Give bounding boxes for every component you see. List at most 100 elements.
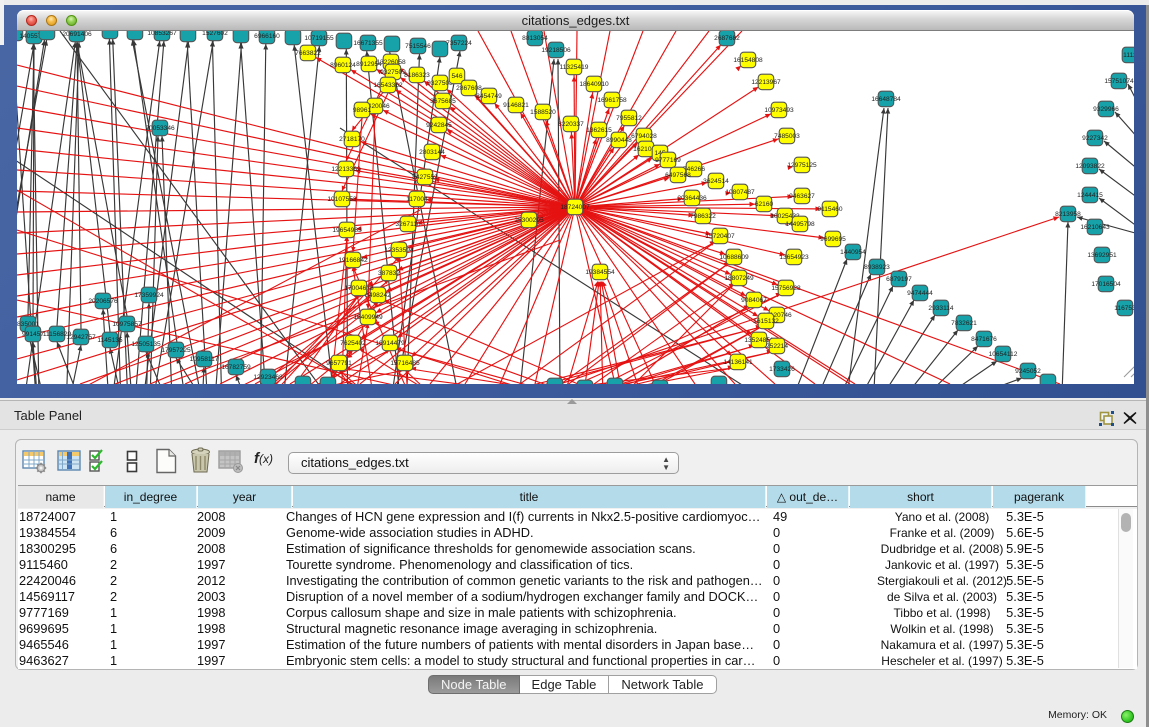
svg-text:17957225: 17957225: [161, 347, 191, 354]
svg-text:9329966: 9329966: [1093, 106, 1119, 113]
svg-text:9777169: 9777169: [655, 157, 681, 164]
svg-text:16914479: 16914479: [375, 340, 405, 347]
svg-text:10654112: 10654112: [989, 351, 1018, 358]
svg-text:2867608: 2867608: [456, 85, 482, 92]
svg-text:9146821: 9146821: [503, 102, 529, 109]
svg-text:7485003: 7485003: [774, 133, 800, 140]
svg-text:12353594: 12353594: [384, 247, 414, 254]
svg-text:9115460: 9115460: [817, 206, 843, 213]
svg-text:8220337: 8220337: [558, 121, 584, 128]
svg-text:7515546: 7515546: [405, 43, 431, 50]
svg-text:2687682: 2687682: [714, 35, 740, 42]
svg-text:1588520: 1588520: [530, 109, 556, 116]
svg-text:12213369: 12213369: [331, 166, 361, 173]
svg-text:9327509: 9327509: [380, 69, 406, 76]
svg-text:8960124: 8960124: [330, 62, 356, 69]
svg-text:6497568: 6497568: [665, 172, 691, 179]
svg-text:16409949: 16409949: [353, 314, 383, 321]
svg-text:6794028: 6794028: [631, 133, 657, 140]
svg-text:62160: 62160: [755, 201, 774, 208]
svg-text:18724007: 18724007: [560, 204, 590, 211]
svg-text:16543362: 16543362: [373, 82, 403, 89]
svg-text:10958117: 10958117: [190, 356, 219, 363]
svg-text:16671355: 16671355: [353, 40, 383, 47]
svg-text:19654983: 19654983: [332, 227, 362, 234]
svg-text:12975125: 12975125: [787, 162, 817, 169]
svg-text:11325419: 11325419: [560, 64, 589, 71]
svg-text:1733426: 1733426: [769, 366, 795, 373]
svg-text:546: 546: [451, 73, 462, 80]
svg-text:3624514: 3624514: [703, 178, 729, 185]
svg-text:19166842: 19166842: [338, 257, 368, 264]
svg-text:9227342: 9227342: [1082, 135, 1108, 142]
svg-text:15751074: 15751074: [1104, 78, 1134, 85]
svg-text:3675685: 3675685: [430, 98, 456, 105]
svg-text:2803144: 2803144: [419, 149, 445, 156]
svg-text:19218506: 19218506: [541, 47, 571, 54]
svg-text:15720407: 15720407: [705, 233, 735, 240]
svg-text:10853267: 10853267: [147, 31, 177, 37]
svg-text:98961: 98961: [353, 107, 372, 114]
svg-text:7986322: 7986322: [690, 213, 716, 220]
svg-text:1362615: 1362615: [586, 127, 612, 134]
svg-text:7832621: 7832621: [951, 320, 977, 327]
svg-text:18640910: 18640910: [579, 81, 609, 88]
svg-text:1440954: 1440954: [840, 249, 866, 256]
svg-text:12923468: 12923468: [253, 374, 283, 381]
svg-text:13654923: 13654923: [779, 254, 809, 261]
svg-text:1527602: 1527602: [202, 31, 228, 37]
svg-text:10975857: 10975857: [112, 321, 142, 328]
svg-text:1615132: 1615132: [753, 318, 779, 325]
svg-text:10807487: 10807487: [725, 189, 755, 196]
svg-text:1244415: 1244415: [1077, 192, 1103, 199]
svg-text:12942757: 12942757: [66, 334, 96, 341]
svg-text:8454749: 8454749: [476, 93, 502, 100]
svg-text:10973493: 10973493: [764, 107, 794, 114]
svg-text:14495798: 14495798: [785, 221, 815, 228]
svg-text:20691406: 20691406: [62, 31, 92, 38]
svg-text:7357224: 7357224: [446, 40, 472, 47]
svg-text:15756928: 15756928: [771, 285, 801, 292]
svg-text:15716485: 15716485: [390, 360, 420, 367]
svg-text:8186323: 8186323: [404, 72, 430, 79]
svg-text:387832: 387832: [378, 270, 400, 277]
svg-text:9474444: 9474444: [907, 290, 933, 297]
svg-text:18807249: 18807249: [724, 275, 754, 282]
svg-text:3267110: 3267110: [395, 221, 421, 228]
svg-text:8471676: 8471676: [971, 336, 997, 343]
svg-text:12213967: 12213967: [751, 79, 781, 86]
svg-text:7955812: 7955812: [616, 115, 642, 122]
svg-text:116753: 116753: [1114, 305, 1134, 312]
svg-text:8813054: 8813054: [522, 35, 548, 42]
svg-text:8427552: 8427552: [412, 174, 438, 181]
svg-text:8213958: 8213958: [1055, 211, 1081, 218]
svg-text:17359924: 17359924: [134, 292, 164, 299]
svg-text:9242845: 9242845: [426, 122, 452, 129]
svg-text:6966160: 6966160: [254, 33, 280, 40]
svg-text:991457: 991457: [22, 331, 44, 338]
svg-text:2933114: 2933114: [928, 305, 954, 312]
svg-text:20206576: 20206576: [88, 298, 118, 305]
svg-text:9463627: 9463627: [789, 193, 815, 200]
svg-text:20364436: 20364436: [677, 195, 707, 202]
svg-text:8990448: 8990448: [606, 137, 632, 144]
svg-text:1112: 1112: [1123, 52, 1134, 59]
svg-text:9084067: 9084067: [741, 297, 767, 304]
svg-text:16782759: 16782759: [221, 364, 251, 371]
svg-text:12093822: 12093822: [1075, 163, 1105, 170]
svg-text:10719155: 10719155: [304, 35, 334, 42]
svg-text:20053346: 20053346: [145, 125, 175, 132]
svg-text:19384554: 19384554: [585, 269, 615, 276]
svg-text:7663822: 7663822: [295, 50, 321, 57]
svg-text:16210643: 16210643: [1080, 224, 1110, 231]
svg-text:17016504: 17016504: [1091, 281, 1121, 288]
svg-text:13692951: 13692951: [1087, 252, 1117, 259]
svg-text:12505135: 12505135: [131, 341, 161, 348]
svg-text:10107553: 10107553: [327, 196, 357, 203]
svg-text:1145135: 1145135: [97, 337, 123, 344]
svg-text:17004678: 17004678: [344, 285, 374, 292]
svg-text:7625402: 7625402: [340, 340, 366, 347]
svg-text:16648784: 16648784: [871, 96, 901, 103]
svg-text:16961758: 16961758: [597, 97, 627, 104]
svg-text:16154808: 16154808: [733, 57, 763, 64]
